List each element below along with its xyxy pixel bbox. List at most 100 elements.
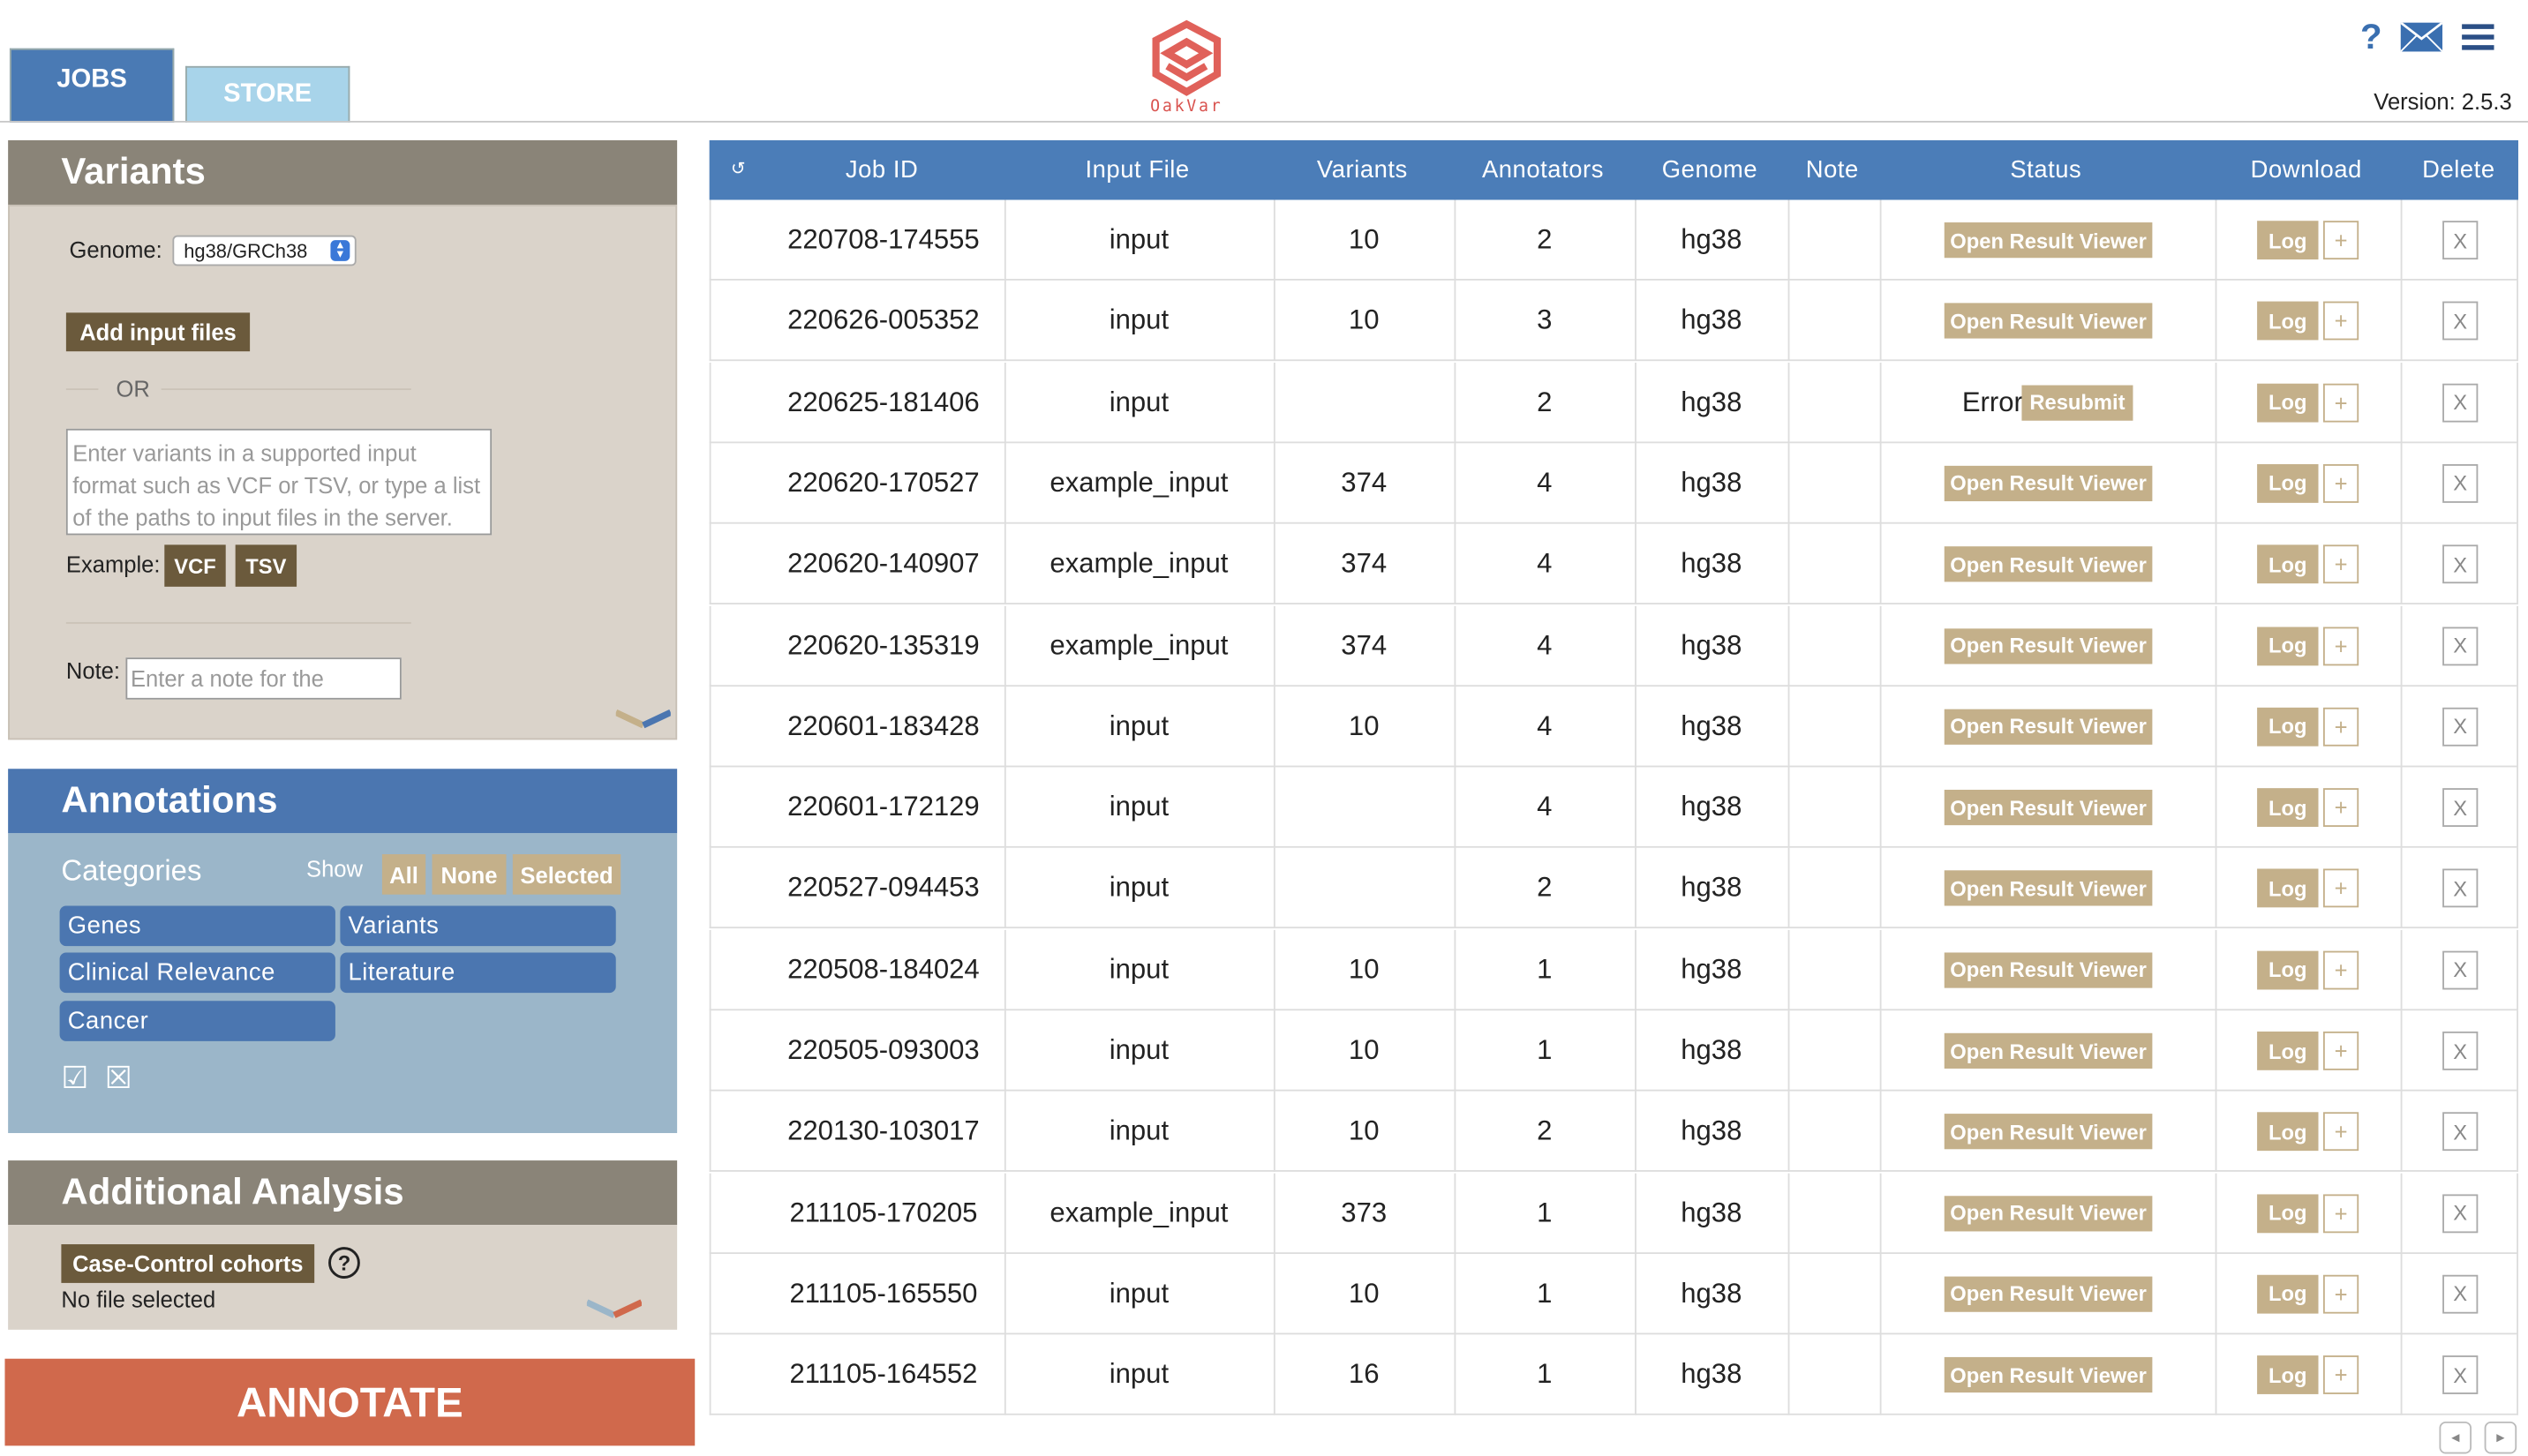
- show-none-button[interactable]: None: [432, 854, 507, 895]
- open-result-viewer-button[interactable]: Open Result Viewer: [1944, 1032, 2153, 1069]
- open-result-viewer-button[interactable]: Open Result Viewer: [1944, 465, 2153, 501]
- check-all-icon[interactable]: ☑: [61, 1061, 88, 1098]
- log-button[interactable]: Log: [2257, 788, 2319, 828]
- note-cell[interactable]: [1788, 929, 1880, 1009]
- help-circle-icon[interactable]: ?: [327, 1246, 361, 1280]
- note-cell[interactable]: [1788, 687, 1880, 767]
- log-button[interactable]: Log: [2257, 544, 2319, 584]
- example-vcf-button[interactable]: VCF: [164, 544, 226, 587]
- delete-job-button[interactable]: X: [2442, 950, 2479, 989]
- show-all-button[interactable]: All: [381, 854, 426, 895]
- open-result-viewer-button[interactable]: Open Result Viewer: [1944, 1195, 2153, 1231]
- note-cell[interactable]: [1788, 1173, 1880, 1253]
- note-input[interactable]: Enter a note for the: [125, 657, 402, 700]
- delete-job-button[interactable]: X: [2442, 869, 2479, 909]
- open-result-viewer-button[interactable]: Open Result Viewer: [1944, 303, 2153, 340]
- open-result-viewer-button[interactable]: Open Result Viewer: [1944, 627, 2153, 664]
- log-button[interactable]: Log: [2257, 1031, 2319, 1070]
- download-more-button[interactable]: +: [2322, 463, 2359, 503]
- download-more-button[interactable]: +: [2322, 950, 2359, 989]
- delete-job-button[interactable]: X: [2442, 788, 2479, 828]
- example-tsv-button[interactable]: TSV: [235, 544, 297, 587]
- add-input-files-button[interactable]: Add input files: [65, 312, 251, 352]
- delete-job-button[interactable]: X: [2442, 463, 2479, 503]
- next-page-icon[interactable]: ▸: [2484, 1421, 2517, 1454]
- col-status[interactable]: Status: [1878, 140, 2214, 200]
- log-button[interactable]: Log: [2257, 869, 2319, 909]
- note-cell[interactable]: [1788, 1335, 1880, 1415]
- delete-job-button[interactable]: X: [2442, 382, 2479, 422]
- delete-job-button[interactable]: X: [2442, 544, 2479, 584]
- note-cell[interactable]: [1788, 1254, 1880, 1334]
- open-result-viewer-button[interactable]: Open Result Viewer: [1944, 1357, 2153, 1393]
- open-result-viewer-button[interactable]: Open Result Viewer: [1944, 546, 2153, 582]
- download-more-button[interactable]: +: [2322, 1355, 2359, 1395]
- download-more-button[interactable]: +: [2322, 1193, 2359, 1233]
- category-literature[interactable]: Literature: [340, 952, 616, 994]
- download-more-button[interactable]: +: [2322, 626, 2359, 665]
- log-button[interactable]: Log: [2257, 1193, 2319, 1233]
- genome-select[interactable]: hg38/GRCh38 ▴ ▾: [172, 235, 357, 266]
- download-more-button[interactable]: +: [2322, 1112, 2359, 1152]
- note-cell[interactable]: [1788, 199, 1880, 280]
- open-result-viewer-button[interactable]: Open Result Viewer: [1944, 1114, 2153, 1150]
- delete-job-button[interactable]: X: [2442, 1274, 2479, 1314]
- delete-job-button[interactable]: X: [2442, 1112, 2479, 1152]
- delete-job-button[interactable]: X: [2442, 1193, 2479, 1233]
- col-job-id[interactable]: Job ID: [761, 140, 1003, 200]
- download-more-button[interactable]: +: [2322, 302, 2359, 341]
- note-cell[interactable]: [1788, 281, 1880, 361]
- col-variants[interactable]: Variants: [1272, 140, 1453, 200]
- open-result-viewer-button[interactable]: Open Result Viewer: [1944, 222, 2153, 259]
- download-more-button[interactable]: +: [2322, 707, 2359, 747]
- delete-job-button[interactable]: X: [2442, 221, 2479, 260]
- download-more-button[interactable]: +: [2322, 1274, 2359, 1314]
- expand-chevron-icon[interactable]: [586, 1299, 642, 1318]
- prev-page-icon[interactable]: ◂: [2439, 1421, 2472, 1454]
- show-selected-button[interactable]: Selected: [512, 854, 621, 895]
- menu-icon[interactable]: [2462, 23, 2495, 52]
- delete-job-button[interactable]: X: [2442, 707, 2479, 747]
- case-control-cohorts-button[interactable]: Case-Control cohorts: [61, 1244, 315, 1283]
- download-more-button[interactable]: +: [2322, 869, 2359, 909]
- annotate-button[interactable]: ANNOTATE: [4, 1358, 696, 1446]
- delete-job-button[interactable]: X: [2442, 302, 2479, 341]
- download-more-button[interactable]: +: [2322, 221, 2359, 260]
- variants-input-textarea[interactable]: Enter variants in a supported input form…: [65, 428, 493, 536]
- open-result-viewer-button[interactable]: Open Result Viewer: [1944, 1276, 2153, 1312]
- note-cell[interactable]: [1788, 524, 1880, 604]
- log-button[interactable]: Log: [2257, 950, 2319, 989]
- col-note[interactable]: Note: [1787, 140, 1878, 200]
- log-button[interactable]: Log: [2257, 626, 2319, 665]
- col-genome[interactable]: Genome: [1633, 140, 1787, 200]
- download-more-button[interactable]: +: [2322, 788, 2359, 828]
- open-result-viewer-button[interactable]: Open Result Viewer: [1944, 709, 2153, 745]
- col-annotators[interactable]: Annotators: [1453, 140, 1634, 200]
- category-variants[interactable]: Variants: [340, 905, 616, 947]
- note-cell[interactable]: [1788, 768, 1880, 848]
- note-cell[interactable]: [1788, 1010, 1880, 1091]
- category-clinical-relevance[interactable]: Clinical Relevance: [59, 952, 335, 994]
- uncheck-all-icon[interactable]: ☒: [105, 1061, 132, 1098]
- log-button[interactable]: Log: [2257, 221, 2319, 260]
- collapse-chevron-icon[interactable]: [615, 709, 671, 729]
- category-cancer[interactable]: Cancer: [59, 1001, 335, 1041]
- open-result-viewer-button[interactable]: Open Result Viewer: [1944, 790, 2153, 826]
- open-result-viewer-button[interactable]: Open Result Viewer: [1944, 871, 2153, 907]
- log-button[interactable]: Log: [2257, 707, 2319, 747]
- help-icon[interactable]: ?: [2360, 16, 2382, 57]
- log-button[interactable]: Log: [2257, 382, 2319, 422]
- delete-job-button[interactable]: X: [2442, 626, 2479, 665]
- log-button[interactable]: Log: [2257, 1274, 2319, 1314]
- col-input-file[interactable]: Input File: [1003, 140, 1272, 200]
- tab-jobs[interactable]: JOBS: [9, 48, 175, 123]
- download-more-button[interactable]: +: [2322, 1031, 2359, 1070]
- tab-store[interactable]: STORE: [185, 65, 350, 123]
- refresh-icon[interactable]: ↺: [716, 140, 761, 200]
- note-cell[interactable]: [1788, 848, 1880, 928]
- note-cell[interactable]: [1788, 362, 1880, 442]
- log-button[interactable]: Log: [2257, 302, 2319, 341]
- note-cell[interactable]: [1788, 605, 1880, 686]
- log-button[interactable]: Log: [2257, 463, 2319, 503]
- open-result-viewer-button[interactable]: Open Result Viewer: [1944, 951, 2153, 988]
